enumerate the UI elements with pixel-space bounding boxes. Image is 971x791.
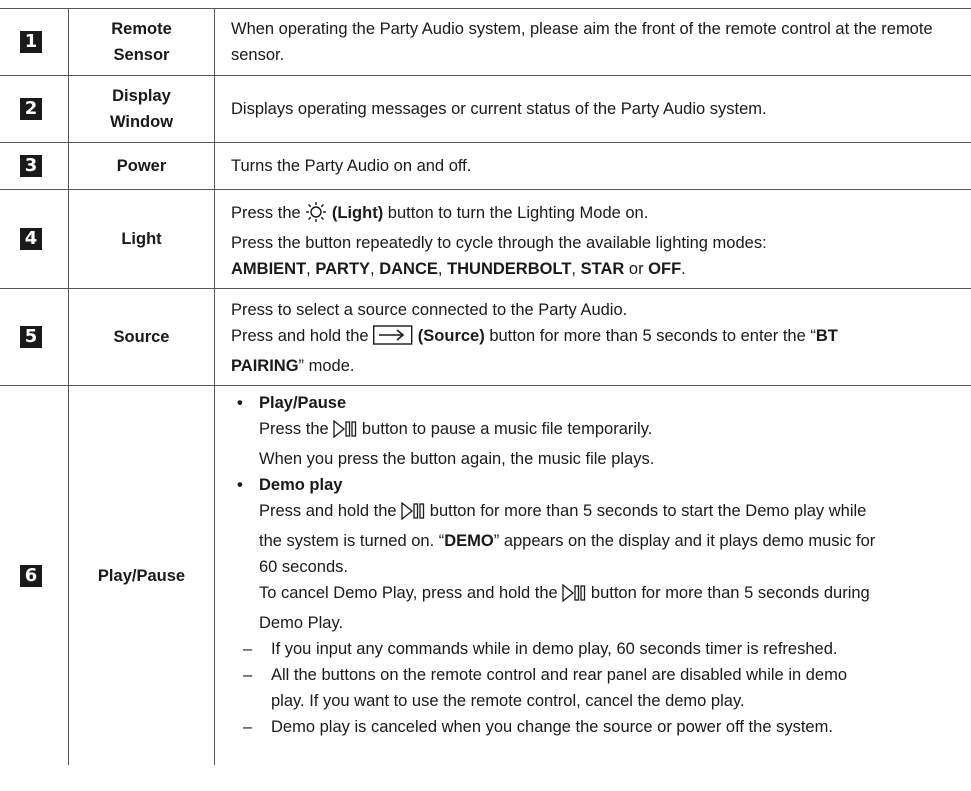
number-badge-6: 6 [20,564,42,587]
list-item: Demo play Press and hold the button for … [231,472,957,740]
row-name: Remote Sensor [111,20,172,64]
number-badge-3: 3 [20,155,42,177]
row-description: Press to select a source connected to th… [231,301,838,375]
list-item: All the buttons on the remote control an… [231,662,957,714]
row-name: Power [116,157,167,175]
list-item: Demo play is canceled when you change th… [231,714,957,740]
table-row-power: 3 Power Turns the Party Audio on and off… [0,142,971,189]
row-description: Play/Pause Press the button to pause a m… [231,390,957,740]
list-item: If you input any commands while in demo … [231,636,957,662]
table-row-remote-sensor: 1 Remote Sensor When operating the Party … [0,8,971,75]
row-name: Light [121,230,162,248]
row-description: Displays operating messages or current s… [231,100,767,118]
page: 1 Remote Sensor When operating the Party … [0,0,971,791]
row-name: Display Window [109,87,174,131]
row-description: Press the (Light) button to turn the Lig… [231,202,767,278]
sun-icon [305,202,327,230]
features-table: 1 Remote Sensor When operating the Party … [0,8,971,765]
source-arrow-icon [373,325,413,353]
play-pause-icon [333,419,357,446]
row-name: Source [113,328,170,346]
row-name: Play/Pause [97,566,186,585]
number-badge-4: 4 [20,228,42,250]
list-item: Play/Pause Press the button to pause a m… [231,390,957,472]
table-row-play-pause: 6 Play/Pause Play/Pause Press the button… [0,385,971,765]
number-badge-1: 1 [20,31,42,53]
play-pause-icon [401,501,425,528]
table-row-light: 4 Light Press the (Light) button to turn… [0,189,971,288]
table-row-source: 5 Source Press to select a source connec… [0,288,971,385]
row-description: When operating the Party Audio system, p… [231,20,933,64]
number-badge-5: 5 [20,326,42,348]
row-description: Turns the Party Audio on and off. [231,157,472,175]
play-pause-icon [562,583,586,610]
number-badge-2: 2 [20,98,42,120]
table-row-display-window: 2 Display Window Displays operating messa… [0,75,971,142]
